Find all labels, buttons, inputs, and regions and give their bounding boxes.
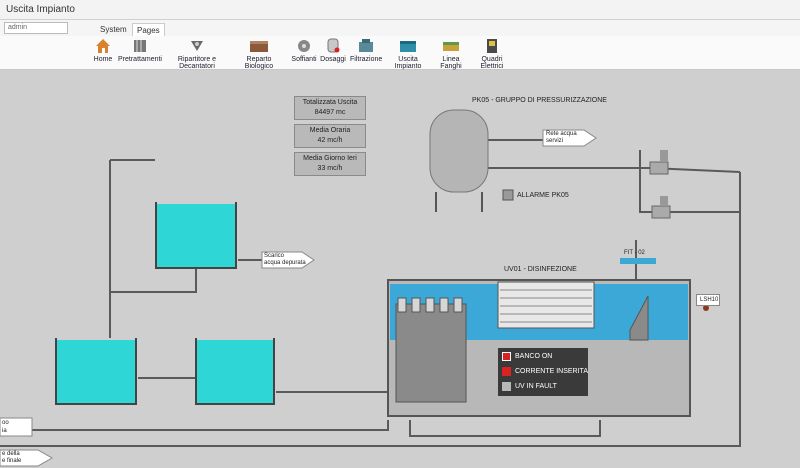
pressurization-title: PK05 - GRUPPO DI PRESSURIZZAZIONE <box>472 97 607 104</box>
pressure-vessel <box>429 109 489 212</box>
pipe-tank1-to-tank2 <box>109 268 197 338</box>
footer-line2: e finale <box>2 458 22 464</box>
tank-2 <box>55 338 137 405</box>
uv-title: UV01 - DISINFEZIONE <box>504 266 577 273</box>
lsh10-tag: LSH10 <box>696 294 720 306</box>
rete-line2: servizi <box>546 138 564 144</box>
status-uv-fault-label: UV IN FAULT <box>515 383 557 390</box>
pipe-bottom-1 <box>0 420 389 431</box>
media-oraria-panel: Media Oraria 42 mc/h <box>294 124 366 148</box>
fit-02-bar <box>620 258 656 264</box>
status-corrente-inserita: CORRENTE INSERITA <box>502 366 588 377</box>
status-banco-on: BANCO ON <box>502 351 552 362</box>
pump-1 <box>649 150 669 175</box>
process-diagram <box>0 109 741 467</box>
media-giorno-label: Media Giorno Ieri <box>303 155 357 162</box>
media-oraria-label: Media Oraria <box>309 127 351 134</box>
rete-line1: Rete acqua <box>546 131 577 137</box>
status-uv-fault: UV IN FAULT <box>502 381 557 392</box>
scarico-line1: Scarico <box>264 253 285 259</box>
left-tag-line2: ia <box>2 428 7 434</box>
uv-status-panel: BANCO ON CORRENTE INSERITA UV IN FAULT <box>498 348 588 396</box>
pipe-bottom-3 <box>409 420 601 437</box>
tank-1 <box>155 202 237 269</box>
media-giorno-panel: Media Giorno Ieri 33 mc/h <box>294 152 366 176</box>
media-oraria-value: 42 mc/h <box>317 137 343 144</box>
status-banco-on-label: BANCO ON <box>515 353 553 360</box>
media-giorno-value: 33 mc/h <box>317 165 343 172</box>
pipe-pump-manifold <box>639 150 660 213</box>
status-banco-on-indicator <box>502 351 511 361</box>
alarm-pk05-indicator <box>502 189 514 201</box>
scarico-line2: acqua depurata <box>264 260 306 266</box>
totalizzata-value: 84497 mc <box>314 109 346 116</box>
footer-line1: e della <box>2 451 20 457</box>
alarm-pk05-label: ALLARME PK05 <box>517 192 569 199</box>
uv-lamp-bank <box>497 281 595 329</box>
tank-3 <box>195 338 275 405</box>
fit-02-label: FIT - 02 <box>624 250 645 256</box>
status-uv-fault-indicator <box>502 381 511 391</box>
status-corrente-label: CORRENTE INSERITA <box>515 368 588 375</box>
left-tag-line1: oo <box>2 420 9 426</box>
totalizzata-label: Totalizzata Uscita <box>302 99 358 106</box>
status-corrente-indicator <box>502 366 511 376</box>
totalizzata-panel: Totalizzata Uscita 84497 mc <box>294 96 366 120</box>
pump-2 <box>651 196 671 219</box>
